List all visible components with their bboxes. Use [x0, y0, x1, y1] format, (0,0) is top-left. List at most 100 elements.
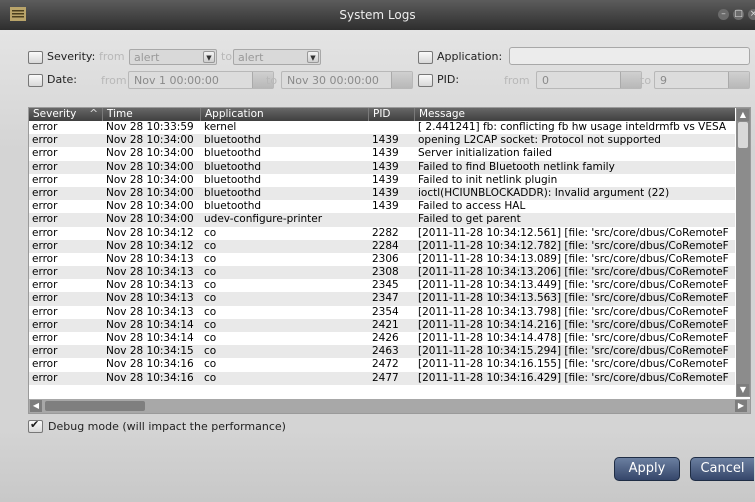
- date-checkbox[interactable]: [28, 74, 43, 87]
- chevron-down-icon: ▼: [307, 51, 319, 63]
- table-cell-severity: error: [32, 173, 58, 186]
- table-cell-severity: error: [32, 186, 58, 199]
- table-header: Severity ^ Time Application PID Message: [29, 108, 735, 121]
- table-row[interactable]: error Nov 28 10:34:16 co 2477 [2011-11-28 10…: [29, 371, 735, 385]
- table-cell-message: [2011-11-28 10:34:13.798] [file: 'src/co…: [418, 305, 729, 318]
- cancel-button[interactable]: Cancel: [690, 457, 754, 481]
- scroll-thumb-horizontal[interactable]: [45, 401, 145, 411]
- table-row[interactable]: error Nov 28 10:34:13 co 2354 [2011-11-28 10…: [29, 306, 735, 319]
- table-cell-application: co: [204, 332, 217, 344]
- spinner-arrows-icon: [728, 72, 749, 88]
- scroll-up-icon[interactable]: ▲: [737, 109, 749, 121]
- table-cell-application: bluetoothd: [204, 134, 262, 147]
- date-to-value: Nov 30 00:00:00: [287, 74, 379, 87]
- table-cell-application: co: [204, 371, 217, 384]
- maximize-icon[interactable]: □: [733, 9, 744, 20]
- pid-checkbox[interactable]: [418, 74, 433, 87]
- table-cell-application: bluetoothd: [204, 186, 262, 199]
- table-row[interactable]: error Nov 28 10:34:15 co 2463 [2011-11-28 10…: [29, 345, 735, 359]
- table-cell-time: Nov 28 10:34:15: [106, 345, 194, 358]
- table-cell-message: [2011-11-28 10:34:14.478] [file: 'src/co…: [418, 332, 729, 344]
- table-cell-time: Nov 28 10:33:59: [106, 121, 194, 133]
- horizontal-scrollbar[interactable]: ◀ ▶: [29, 399, 750, 413]
- column-header-message[interactable]: Message: [415, 108, 735, 121]
- table-row[interactable]: error Nov 28 10:34:00 udev-configure-print…: [29, 213, 735, 227]
- table-cell-application: co: [204, 305, 217, 318]
- table-row[interactable]: error Nov 28 10:34:00 bluetoothd 1439 Failed…: [29, 160, 735, 174]
- debug-mode-checkbox[interactable]: ✔: [28, 418, 43, 433]
- table-cell-application: co: [204, 279, 217, 292]
- table-cell-application: bluetoothd: [204, 147, 262, 160]
- table-row[interactable]: error Nov 28 10:34:14 co 2426 [2011-11-28 10…: [29, 332, 735, 345]
- scroll-left-icon[interactable]: ◀: [30, 400, 42, 412]
- table-cell-pid: 2463: [372, 345, 399, 358]
- application-checkbox[interactable]: [418, 51, 433, 64]
- pid-label: PID:: [437, 73, 460, 86]
- application-label: Application:: [437, 50, 503, 63]
- table-row[interactable]: error Nov 28 10:34:13 co 2306 [2011-11-28 10…: [29, 253, 735, 266]
- date-to-spinbox[interactable]: Nov 30 00:00:00: [281, 71, 413, 89]
- table-row[interactable]: error Nov 28 10:34:13 co 2345 [2011-11-28 10…: [29, 279, 735, 292]
- date-to-label: to: [266, 74, 278, 87]
- debug-mode-label: Debug mode (will impact the performance): [48, 420, 286, 433]
- table-row[interactable]: error Nov 28 10:34:14 co 2421 [2011-11-28 10…: [29, 318, 735, 332]
- table-cell-application: bluetoothd: [204, 160, 262, 173]
- table-cell-pid: 1439: [372, 147, 399, 160]
- table-row[interactable]: error Nov 28 10:34:16 co 2472 [2011-11-28 10…: [29, 358, 735, 371]
- table-row[interactable]: error Nov 28 10:34:00 bluetoothd 1439 Failed…: [29, 174, 735, 187]
- pid-to-value: 9: [660, 74, 667, 87]
- table-cell-time: Nov 28 10:34:00: [106, 200, 194, 213]
- table-cell-severity: error: [32, 252, 58, 265]
- table-cell-message: Failed to init netlink plugin: [418, 173, 558, 186]
- table-cell-severity: error: [32, 160, 58, 173]
- table-row[interactable]: error Nov 28 10:34:00 bluetoothd 1439 ioctl(…: [29, 186, 735, 201]
- severity-checkbox[interactable]: [28, 51, 43, 64]
- table-row[interactable]: error Nov 28 10:34:00 bluetoothd 1439 Server…: [29, 147, 735, 160]
- table-cell-severity: error: [32, 134, 58, 147]
- severity-from-select[interactable]: alert ▼: [129, 49, 217, 65]
- scroll-thumb[interactable]: [738, 122, 748, 148]
- table-cell-time: Nov 28 10:34:13: [106, 305, 194, 318]
- application-input[interactable]: [509, 47, 750, 65]
- table-row[interactable]: error Nov 28 10:33:59 kernel [ 2.441241] fb…: [29, 121, 735, 134]
- table-row[interactable]: error Nov 28 10:34:13 co 2308 [2011-11-28 10…: [29, 266, 735, 280]
- close-icon[interactable]: ×: [748, 9, 755, 20]
- column-header-severity[interactable]: Severity ^: [29, 108, 103, 121]
- table-row[interactable]: error Nov 28 10:34:12 co 2284 [2011-11-28 10…: [29, 239, 735, 253]
- table-row[interactable]: error Nov 28 10:34:13 co 2347 [2011-11-28 10…: [29, 292, 735, 306]
- table-cell-message: [2011-11-28 10:34:14.216] [file: 'src/co…: [418, 318, 729, 331]
- table-row[interactable]: error Nov 28 10:34:00 bluetoothd 1439 openin…: [29, 134, 735, 148]
- minimize-icon[interactable]: –: [718, 9, 729, 20]
- checkmark-icon: ✔: [30, 418, 40, 431]
- table-cell-pid: [369, 213, 415, 226]
- scroll-right-icon[interactable]: ▶: [735, 400, 747, 412]
- table-cell-message: [2011-11-28 10:34:13.563] [file: 'src/co…: [418, 292, 729, 305]
- column-header-time[interactable]: Time: [103, 108, 201, 121]
- table-cell-pid: 2354: [372, 305, 399, 318]
- table-cell-pid: 1439: [372, 160, 399, 173]
- severity-to-select[interactable]: alert ▼: [233, 49, 321, 65]
- scroll-down-icon[interactable]: ▼: [737, 384, 749, 396]
- apply-button[interactable]: Apply: [614, 457, 680, 481]
- vertical-scrollbar[interactable]: ▲ ▼: [736, 108, 750, 397]
- table-cell-pid: 1439: [372, 186, 399, 199]
- table-cell-application: co: [204, 252, 217, 265]
- table-cell-severity: error: [32, 305, 58, 318]
- table-cell-application: co: [204, 266, 217, 279]
- table-cell-message: Failed to access HAL: [418, 200, 526, 213]
- table-row[interactable]: error Nov 28 10:34:12 co 2282 [2011-11-28 10…: [29, 227, 735, 240]
- pid-from-spinbox[interactable]: 0: [536, 71, 642, 89]
- column-header-application[interactable]: Application: [201, 108, 369, 121]
- title-bar: System Logs – □ ×: [0, 0, 755, 30]
- table-cell-time: Nov 28 10:34:12: [106, 239, 194, 252]
- severity-to-value: alert: [238, 51, 264, 64]
- table-cell-time: Nov 28 10:34:00: [106, 160, 194, 173]
- pid-to-spinbox[interactable]: 9: [654, 71, 750, 89]
- table-row[interactable]: error Nov 28 10:34:00 bluetoothd 1439 Failed…: [29, 200, 735, 213]
- date-from-spinbox[interactable]: Nov 1 00:00:00: [128, 71, 274, 89]
- table-cell-severity: error: [32, 371, 58, 384]
- log-table[interactable]: Severity ^ Time Application PID Message …: [28, 107, 751, 414]
- column-header-pid[interactable]: PID: [369, 108, 415, 121]
- table-cell-time: Nov 28 10:34:00: [106, 134, 194, 147]
- severity-label: Severity:: [47, 50, 96, 63]
